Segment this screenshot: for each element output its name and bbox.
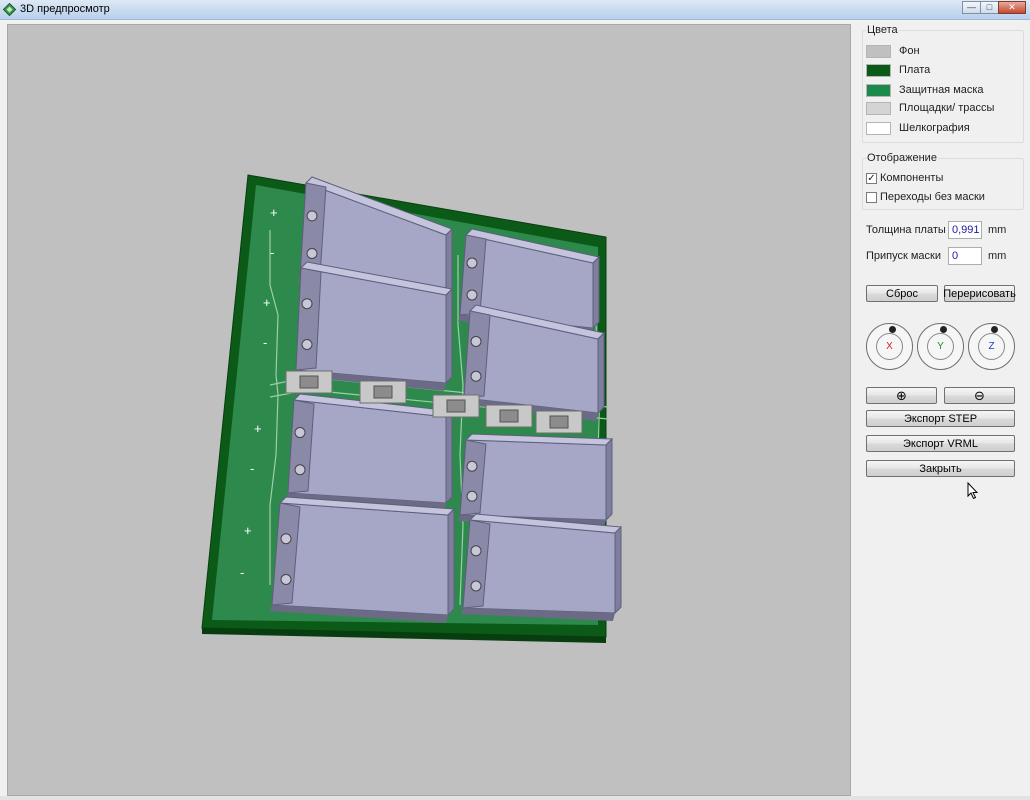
mask-allowance-unit: mm bbox=[988, 250, 1007, 262]
rotate-z-dial[interactable]: Z bbox=[968, 323, 1015, 370]
components-checkbox-label: Компоненты bbox=[880, 172, 944, 184]
rotate-z-label: Z bbox=[978, 333, 1005, 360]
vias-without-mask-checkbox[interactable] bbox=[866, 191, 877, 203]
board-thickness-unit: mm bbox=[988, 224, 1007, 236]
colors-group-title: Цвета bbox=[866, 24, 899, 36]
silkscreen-polarity-label: + bbox=[244, 523, 252, 538]
silkscreen-polarity-label: - bbox=[240, 565, 244, 580]
color-label: Фон bbox=[899, 45, 920, 57]
color-swatch[interactable] bbox=[866, 63, 891, 77]
mask-allowance-row: Припуск маски 0 mm bbox=[866, 247, 1006, 265]
color-row[interactable]: Защитная маска bbox=[866, 83, 984, 97]
rotate-y-label: Y bbox=[927, 333, 954, 360]
close-window-button[interactable]: ✕ bbox=[998, 1, 1026, 14]
close-button[interactable]: Закрыть bbox=[866, 460, 1015, 477]
battery-component bbox=[461, 513, 623, 621]
switch-component bbox=[535, 410, 583, 434]
rotate-z-handle[interactable] bbox=[991, 326, 998, 333]
zoom-out-icon: ⊖ bbox=[974, 387, 985, 403]
rotate-x-label: X bbox=[876, 333, 903, 360]
battery-component bbox=[286, 393, 454, 511]
export-vrml-button[interactable]: Экспорт VRML bbox=[866, 435, 1015, 452]
silkscreen-polarity-label: + bbox=[254, 421, 262, 436]
color-label: Площадки/ трассы bbox=[899, 102, 995, 114]
board-thickness-input[interactable]: 0,991 bbox=[948, 221, 982, 239]
board-thickness-label: Толщина платы bbox=[866, 224, 946, 236]
mask-allowance-input[interactable]: 0 bbox=[948, 247, 982, 265]
status-strip bbox=[0, 796, 1030, 800]
battery-component bbox=[458, 433, 614, 528]
silkscreen-polarity-label: + bbox=[270, 205, 278, 220]
rotate-y-dial[interactable]: Y bbox=[917, 323, 964, 370]
vias-checkbox-row[interactable]: Переходы без маски bbox=[866, 191, 985, 203]
minimize-button[interactable]: — bbox=[962, 1, 981, 14]
vias-checkbox-label: Переходы без маски bbox=[880, 191, 985, 203]
app-icon bbox=[3, 3, 16, 16]
zoom-out-button[interactable]: ⊖ bbox=[944, 387, 1015, 404]
switch-component bbox=[285, 370, 333, 394]
mask-allowance-label: Припуск маски bbox=[866, 250, 942, 262]
color-row[interactable]: Плата bbox=[866, 63, 930, 77]
components-checkbox-row[interactable]: ✓ Компоненты bbox=[866, 172, 943, 184]
zoom-in-icon: ⊕ bbox=[896, 387, 907, 403]
color-label: Шелкография bbox=[899, 122, 970, 134]
silkscreen-polarity-label: - bbox=[263, 335, 267, 350]
switch-component bbox=[432, 394, 480, 418]
silkscreen-polarity-label: + bbox=[263, 295, 271, 310]
redraw-button[interactable]: Перерисовать bbox=[943, 285, 1016, 302]
color-label: Защитная маска bbox=[899, 84, 984, 96]
zoom-in-button[interactable]: ⊕ bbox=[866, 387, 937, 404]
components-checkbox[interactable]: ✓ bbox=[866, 172, 877, 184]
window-title: 3D предпросмотр bbox=[20, 3, 110, 15]
switch-component bbox=[359, 380, 407, 404]
settings-panel: Цвета Фон Плата Защитная маска Площадки/ тр… bbox=[857, 20, 1030, 800]
battery-component bbox=[270, 496, 456, 623]
title-bar: 3D предпросмотр — □ ✕ bbox=[0, 0, 1030, 20]
display-group-title: Отображение bbox=[866, 152, 938, 164]
rotate-y-handle[interactable] bbox=[940, 326, 947, 333]
rotate-x-dial[interactable]: X bbox=[866, 323, 913, 370]
silkscreen-polarity-label: - bbox=[270, 245, 274, 260]
switch-component bbox=[485, 404, 533, 428]
silkscreen-polarity-label: - bbox=[250, 461, 254, 476]
color-swatch[interactable] bbox=[866, 83, 891, 97]
color-swatch[interactable] bbox=[866, 121, 891, 135]
color-label: Плата bbox=[899, 64, 931, 76]
color-swatch[interactable] bbox=[866, 101, 891, 115]
color-row[interactable]: Площадки/ трассы bbox=[866, 101, 994, 115]
mouse-cursor-icon bbox=[967, 482, 979, 500]
rotate-x-handle[interactable] bbox=[889, 326, 896, 333]
3d-viewport[interactable]: + - + - + - + - bbox=[7, 24, 851, 796]
maximize-button[interactable]: □ bbox=[980, 1, 999, 14]
pcb-3d-scene: + - + - + - + - bbox=[201, 174, 623, 643]
board-thickness-row: Толщина платы 0,991 mm bbox=[866, 221, 1006, 239]
color-swatch[interactable] bbox=[866, 44, 891, 58]
export-step-button[interactable]: Экспорт STEP bbox=[866, 410, 1015, 427]
color-row[interactable]: Шелкография bbox=[866, 121, 970, 135]
reset-button[interactable]: Сброс bbox=[866, 285, 938, 302]
color-row[interactable]: Фон bbox=[866, 44, 920, 58]
